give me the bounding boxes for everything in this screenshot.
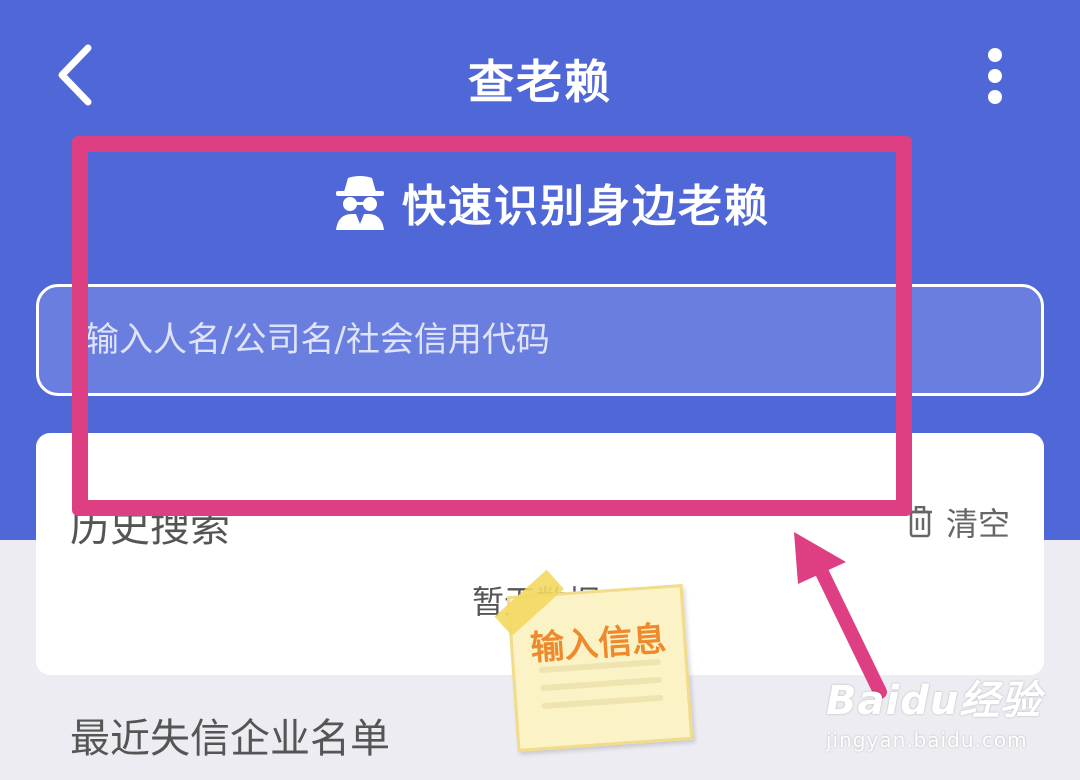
annotation-sticky-note: 输入信息 [494,569,694,752]
clear-label: 清空 [945,505,1010,543]
page-title: 查老赖 [468,55,612,109]
watermark-logo: Baidu经验 [826,678,1042,724]
annotation-highlight-box [72,136,912,516]
page: 查老赖 快速识别身边老赖 历史搜索 [0,0,1080,780]
recent-dishonest-list-title: 最近失信企业名单 [70,716,390,762]
baidu-watermark: Baidu经验 jingyan.baidu.com [826,668,1066,768]
more-vertical-icon [978,48,1012,104]
more-button[interactable] [978,48,1012,104]
clear-history-button[interactable]: 清空 [906,499,1010,545]
watermark-url: jingyan.baidu.com [826,728,1028,752]
